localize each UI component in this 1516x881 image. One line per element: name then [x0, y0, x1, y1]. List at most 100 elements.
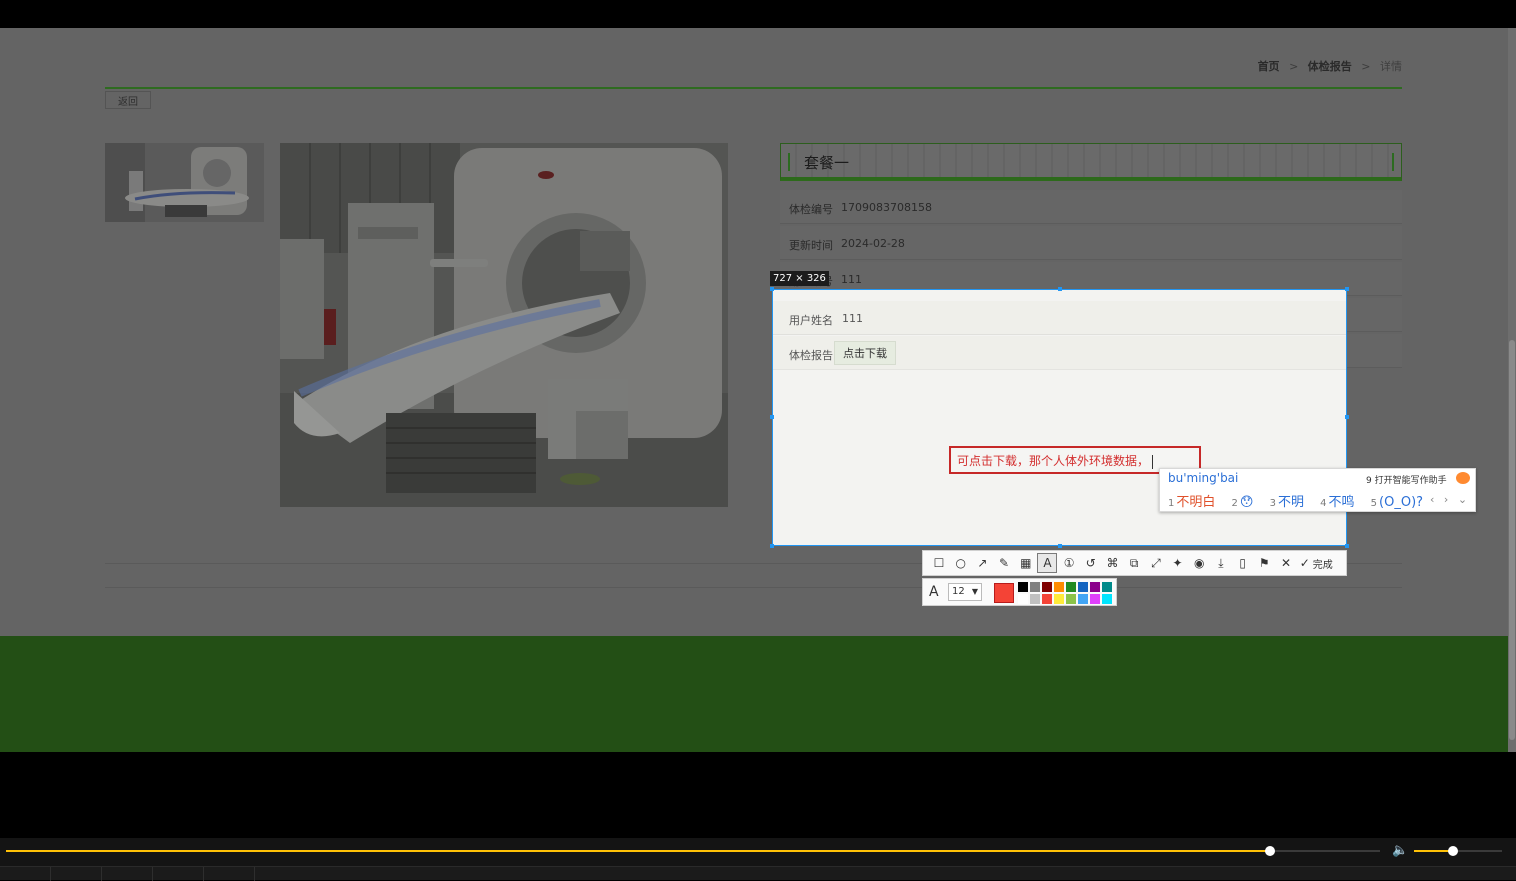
- mosaic-tool-icon[interactable]: ▦: [1016, 553, 1036, 573]
- long-screenshot-icon[interactable]: ⤢: [1146, 553, 1166, 573]
- info-label: 体检报告: [789, 349, 833, 362]
- taskbar-slot[interactable]: [51, 867, 102, 881]
- info-value: 1709083708158: [841, 201, 932, 214]
- ime-expand-icon[interactable]: ⌄: [1458, 493, 1467, 506]
- text-caret: [1152, 454, 1154, 469]
- info-label: 用户姓名: [789, 314, 833, 327]
- volume-icon[interactable]: 🔈: [1392, 843, 1408, 858]
- back-button[interactable]: 返回: [105, 91, 151, 109]
- pin-icon[interactable]: ✦: [1168, 553, 1188, 573]
- taskbar-slot[interactable]: [102, 867, 153, 881]
- number-tool-icon[interactable]: ①: [1059, 553, 1079, 573]
- color-swatch[interactable]: [1066, 582, 1076, 592]
- product-thumbnail[interactable]: [105, 143, 264, 222]
- breadcrumb-reports[interactable]: 体检报告: [1308, 60, 1352, 73]
- done-button[interactable]: ✓ 完成: [1300, 556, 1333, 571]
- color-swatch[interactable]: [1042, 594, 1052, 604]
- taskbar-slot[interactable]: [153, 867, 204, 881]
- info-value: 2024-02-28: [841, 237, 905, 250]
- color-swatch[interactable]: [1054, 582, 1064, 592]
- text-options-panel: A 12 ▼: [922, 578, 1117, 606]
- close-icon[interactable]: ✕: [1276, 553, 1296, 573]
- info-label: 更新时间: [789, 239, 833, 252]
- ime-candidate-window: bu'ming'bai 9 打开智能写作助手 1 不明白 2 😯 3 不明 4 不鸣 5…: [1159, 468, 1476, 512]
- color-swatch[interactable]: [1078, 582, 1088, 592]
- pen-tool-icon[interactable]: ✎: [994, 553, 1014, 573]
- page-scrollbar-thumb[interactable]: [1509, 340, 1515, 740]
- color-swatch[interactable]: [1030, 594, 1040, 604]
- breadcrumb-detail: 详情: [1380, 60, 1402, 73]
- header-marker: [788, 153, 790, 171]
- bookmark-icon[interactable]: ⚑: [1254, 553, 1274, 573]
- resize-handle[interactable]: [1058, 544, 1062, 548]
- site-footer: [0, 636, 1508, 752]
- info-row-user-name: 用户姓名 111: [773, 301, 1346, 335]
- color-swatch[interactable]: [1030, 582, 1040, 592]
- resize-handle[interactable]: [1345, 544, 1349, 548]
- color-swatch[interactable]: [1018, 582, 1028, 592]
- breadcrumb-separator: >: [1289, 60, 1299, 73]
- current-color-swatch[interactable]: [994, 583, 1014, 603]
- selection-size-label: 727 × 326: [770, 271, 829, 286]
- color-swatch[interactable]: [1018, 594, 1028, 604]
- taskbar-slot[interactable]: [0, 867, 51, 881]
- package-header: [780, 143, 1402, 181]
- ime-candidate[interactable]: 1 不明白: [1168, 495, 1215, 510]
- font-size-select[interactable]: 12 ▼: [948, 583, 982, 601]
- ime-candidate[interactable]: 5 (O_O)?: [1371, 495, 1423, 510]
- record-icon[interactable]: ◉: [1189, 553, 1209, 573]
- resize-handle[interactable]: [1345, 287, 1349, 291]
- taskbar-slot[interactable]: [204, 867, 255, 881]
- ime-prev-icon[interactable]: ‹: [1430, 493, 1434, 506]
- rectangle-tool-icon[interactable]: ☐: [929, 553, 949, 573]
- breadcrumb-separator: >: [1361, 60, 1371, 73]
- info-row-update-time: 更新时间 2024-02-28: [780, 226, 1402, 260]
- ime-pinyin-input: bu'ming'bai: [1168, 471, 1239, 485]
- font-icon: A: [929, 584, 939, 600]
- breadcrumb-home[interactable]: 首页: [1258, 60, 1280, 73]
- color-swatch[interactable]: [1090, 582, 1100, 592]
- chevron-down-icon: ▼: [971, 587, 978, 596]
- info-value: 111: [841, 273, 862, 286]
- check-icon: ✓: [1299, 556, 1310, 570]
- color-swatch[interactable]: [1102, 582, 1112, 592]
- info-row-exam-id: 体检编号 1709083708158: [780, 190, 1402, 224]
- ime-assistant-hint[interactable]: 9 打开智能写作助手: [1366, 473, 1447, 486]
- save-icon[interactable]: ⤓: [1211, 553, 1231, 573]
- volume-knob[interactable]: [1447, 846, 1458, 856]
- top-black-bar: [0, 0, 1516, 28]
- color-swatch[interactable]: [1090, 594, 1100, 604]
- color-swatch[interactable]: [1078, 594, 1088, 604]
- ellipse-tool-icon[interactable]: ○: [951, 553, 971, 573]
- ime-candidate[interactable]: 4 不鸣: [1320, 495, 1354, 510]
- resize-handle[interactable]: [770, 415, 774, 419]
- color-swatch[interactable]: [1054, 594, 1064, 604]
- text-tool-icon[interactable]: A: [1037, 553, 1058, 573]
- header-divider: [105, 87, 1402, 89]
- download-report-button[interactable]: 点击下载: [834, 341, 896, 365]
- resize-handle[interactable]: [1058, 287, 1062, 291]
- arrow-tool-icon[interactable]: ↗: [972, 553, 992, 573]
- package-title: 套餐一: [804, 154, 850, 172]
- ime-candidate[interactable]: 3 不明: [1270, 495, 1304, 510]
- resize-handle[interactable]: [1345, 415, 1349, 419]
- color-swatch[interactable]: [1042, 582, 1052, 592]
- annotation-text: 可点击下载，那个人体外环境数据，: [957, 454, 1150, 468]
- done-label: 完成: [1312, 559, 1333, 571]
- ime-candidates: 1 不明白 2 😯 3 不明 4 不鸣 5 (O_O)?: [1168, 491, 1435, 510]
- product-main-image: [280, 143, 728, 507]
- undo-icon[interactable]: ↺: [1081, 553, 1101, 573]
- ocr-icon[interactable]: ⌘: [1103, 553, 1123, 573]
- color-swatch[interactable]: [1066, 594, 1076, 604]
- resize-handle[interactable]: [770, 287, 774, 291]
- ime-next-icon[interactable]: ›: [1444, 493, 1448, 506]
- copy-to-phone-icon[interactable]: ▯: [1233, 553, 1253, 573]
- translate-icon[interactable]: ⧉: [1124, 553, 1144, 573]
- info-value: 111: [842, 312, 863, 325]
- taskbar-strip: [0, 866, 1516, 881]
- ime-candidate[interactable]: 2 😯: [1232, 495, 1254, 510]
- ime-logo-icon: [1456, 472, 1470, 484]
- color-swatch[interactable]: [1102, 594, 1112, 604]
- progress-fill: [6, 850, 1271, 852]
- resize-handle[interactable]: [770, 544, 774, 548]
